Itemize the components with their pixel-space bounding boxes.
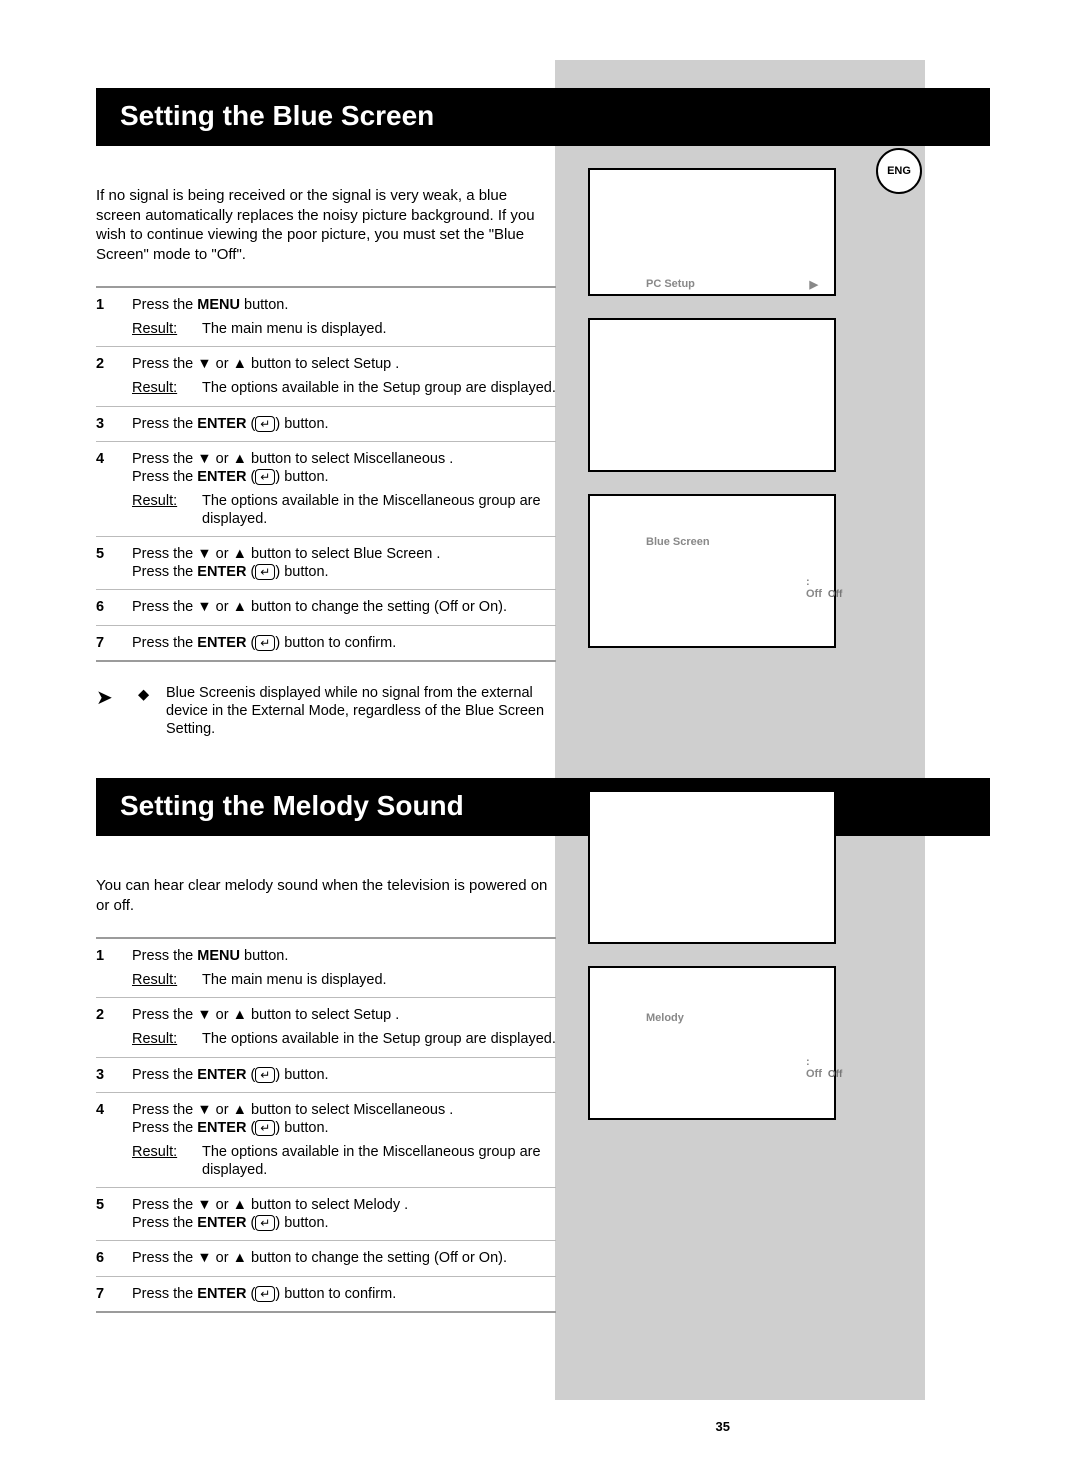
language-badge: ENG	[876, 148, 922, 194]
step-number: 1	[96, 296, 132, 338]
page-content: Setting the Blue Screen If no signal is …	[0, 0, 1080, 1353]
step-body: Press the ▼ or ▲ button to change the se…	[132, 598, 556, 616]
enter-icon: ↵	[255, 635, 275, 651]
enter-icon: ↵	[255, 1067, 275, 1083]
osd-arrow-icon: ▶	[810, 278, 818, 291]
result-label: Result:	[132, 971, 202, 989]
step-row: 2 Press the ▼ or ▲ button to select Setu…	[96, 347, 556, 406]
step-body: Press the ▼ or ▲ button to select Blue S…	[132, 545, 556, 581]
result-label: Result:	[132, 320, 202, 338]
note-arrow-icon: ➤	[96, 684, 138, 738]
osd-misc-box	[588, 318, 836, 472]
result-text: The main menu is displayed.	[202, 971, 387, 989]
step-body: Press the ▼ or ▲ button to select Melody…	[132, 1196, 556, 1232]
step-row: 6 Press the ▼ or ▲ button to change the …	[96, 590, 556, 625]
result-label: Result:	[132, 1030, 202, 1048]
osd-setup-box: PC Setup ▶	[588, 168, 836, 296]
step-body: Press the ▼ or ▲ button to change the se…	[132, 1249, 556, 1267]
osd-column-2: Melody : OffOff	[588, 790, 836, 1142]
step-number: 5	[96, 545, 132, 581]
osd-off-value: : OffOff	[806, 576, 842, 600]
result-label: Result:	[132, 492, 202, 528]
section-title-blue-screen: Setting the Blue Screen	[96, 88, 990, 146]
osd-melody-box: Melody : OffOff	[588, 966, 836, 1120]
note-block: ➤ ◆ Blue Screenis displayed while no sig…	[96, 684, 556, 738]
enter-icon: ↵	[255, 469, 275, 485]
section-title-melody: Setting the Melody Sound	[96, 778, 990, 836]
step-row: 2 Press the ▼ or ▲ button to select Setu…	[96, 998, 556, 1057]
osd-blue-screen-box: Blue Screen : OffOff	[588, 494, 836, 648]
enter-icon: ↵	[255, 564, 275, 580]
result-label: Result:	[132, 379, 202, 397]
step-number: 7	[96, 1285, 132, 1303]
osd-column-1: PC Setup ▶ Blue Screen : OffOff	[588, 168, 836, 670]
osd-melody-label: Melody : OffOff	[646, 1012, 684, 1024]
step-body: Press the MENU button. Result: The main …	[132, 296, 556, 338]
step-body: Press the ▼ or ▲ button to select Setup …	[132, 1006, 556, 1048]
footer-triangle-icon	[524, 1382, 556, 1408]
step-row: 1 Press the MENU button. Result: The mai…	[96, 939, 556, 998]
step-body: Press the ▼ or ▲ button to select Miscel…	[132, 1101, 556, 1180]
result-label: Result:	[132, 1143, 202, 1179]
enter-icon: ↵	[255, 1120, 275, 1136]
step-number: 4	[96, 1101, 132, 1180]
result-text: The options available in the Miscellaneo…	[202, 1143, 556, 1179]
step-number: 1	[96, 947, 132, 989]
result-text: The options available in the Setup group…	[202, 379, 556, 397]
step-row: 1 Press the MENU button. Result: The mai…	[96, 288, 556, 347]
step-body: Press the ENTER (↵) button to confirm.	[132, 1285, 556, 1303]
osd-blue-screen-label: Blue Screen : OffOff	[646, 536, 710, 548]
step-number: 2	[96, 355, 132, 397]
intro-text-2: You can hear clear melody sound when the…	[96, 876, 556, 915]
note-bullet-icon: ◆	[138, 684, 166, 738]
language-text: ENG	[887, 165, 911, 177]
page-container: ENG Setting the Blue Screen If no signal…	[0, 0, 1080, 1482]
steps-list-1: 1 Press the MENU button. Result: The mai…	[96, 286, 556, 662]
step-number: 2	[96, 1006, 132, 1048]
enter-icon: ↵	[255, 1286, 275, 1302]
step-row: 3 Press the ENTER (↵) button.	[96, 407, 556, 442]
osd-off-value: : OffOff	[806, 1056, 842, 1080]
step-number: 7	[96, 634, 132, 652]
enter-icon: ↵	[255, 1215, 275, 1231]
step-number: 5	[96, 1196, 132, 1232]
step-number: 3	[96, 415, 132, 433]
step-number: 3	[96, 1066, 132, 1084]
step-row: 7 Press the ENTER (↵) button to confirm.	[96, 626, 556, 660]
note-text: Blue Screenis displayed while no signal …	[166, 684, 556, 738]
step-number: 6	[96, 598, 132, 616]
page-number: 35	[716, 1419, 730, 1434]
step-row: 6 Press the ▼ or ▲ button to change the …	[96, 1241, 556, 1276]
steps-list-2: 1 Press the MENU button. Result: The mai…	[96, 937, 556, 1313]
step-row: 3 Press the ENTER (↵) button.	[96, 1058, 556, 1093]
result-text: The options available in the Miscellaneo…	[202, 492, 556, 528]
osd-pc-setup: PC Setup	[646, 278, 695, 290]
step-row: 4 Press the ▼ or ▲ button to select Misc…	[96, 1093, 556, 1189]
intro-text-1: If no signal is being received or the si…	[96, 186, 556, 264]
step-body: Press the ▼ or ▲ button to select Setup …	[132, 355, 556, 397]
result-text: The options available in the Setup group…	[202, 1030, 556, 1048]
step-row: 7 Press the ENTER (↵) button to confirm.	[96, 1277, 556, 1311]
step-body: Press the ENTER (↵) button.	[132, 1066, 556, 1084]
enter-icon: ↵	[255, 416, 275, 432]
step-number: 4	[96, 450, 132, 529]
step-row: 4 Press the ▼ or ▲ button to select Misc…	[96, 442, 556, 538]
step-body: Press the ▼ or ▲ button to select Miscel…	[132, 450, 556, 529]
step-body: Press the MENU button. Result: The main …	[132, 947, 556, 989]
step-number: 6	[96, 1249, 132, 1267]
osd-misc-box-2	[588, 790, 836, 944]
step-row: 5 Press the ▼ or ▲ button to select Melo…	[96, 1188, 556, 1241]
result-text: The main menu is displayed.	[202, 320, 387, 338]
step-body: Press the ENTER (↵) button to confirm.	[132, 634, 556, 652]
step-body: Press the ENTER (↵) button.	[132, 415, 556, 433]
step-row: 5 Press the ▼ or ▲ button to select Blue…	[96, 537, 556, 590]
